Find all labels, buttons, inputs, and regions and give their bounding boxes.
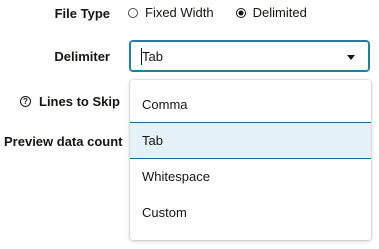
option-comma[interactable]: Comma bbox=[130, 86, 371, 123]
help-icon[interactable]: ? bbox=[20, 96, 31, 107]
option-custom[interactable]: Custom bbox=[130, 194, 371, 231]
radio-delimited-circle[interactable] bbox=[235, 7, 246, 18]
delimiter-dropdown-list: Comma Tab Whitespace Custom bbox=[130, 80, 371, 240]
file-type-radio-group: Fixed Width Delimited bbox=[128, 5, 329, 20]
chevron-down-icon[interactable] bbox=[347, 55, 355, 60]
file-type-label: File Type bbox=[54, 6, 110, 21]
delimiter-select[interactable]: Tab bbox=[129, 40, 370, 72]
radio-delimited[interactable]: Delimited bbox=[235, 5, 307, 20]
radio-fixed-width[interactable]: Fixed Width bbox=[128, 5, 214, 20]
delimiter-label: Delimiter bbox=[54, 49, 110, 64]
option-tab[interactable]: Tab bbox=[130, 122, 371, 159]
option-whitespace[interactable]: Whitespace bbox=[130, 158, 371, 195]
radio-fixed-width-circle[interactable] bbox=[128, 7, 138, 18]
radio-delimited-label: Delimited bbox=[252, 5, 307, 20]
lines-to-skip-label: Lines to Skip bbox=[39, 94, 120, 109]
radio-fixed-width-label: Fixed Width bbox=[145, 5, 214, 20]
delimiter-select-value: Tab bbox=[142, 49, 163, 64]
preview-data-count-label: Preview data count bbox=[4, 134, 123, 149]
